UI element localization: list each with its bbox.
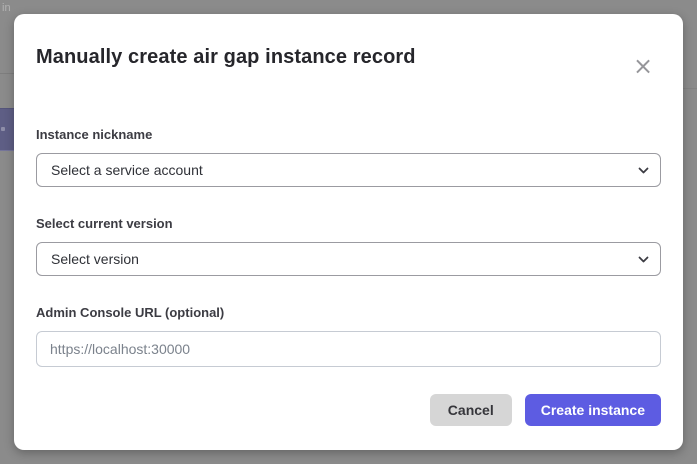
field-group-current-version: Select current version Select version <box>36 216 661 276</box>
background-selected-nav-row <box>0 108 14 151</box>
version-select[interactable]: Select version <box>36 242 661 276</box>
modal-footer: Cancel Create instance <box>36 394 661 426</box>
version-select-value: Select version <box>51 243 139 275</box>
modal-form: Instance nickname Select a service accou… <box>36 127 661 367</box>
current-version-label: Select current version <box>36 216 661 232</box>
create-instance-button[interactable]: Create instance <box>525 394 661 426</box>
background-text-fragment: in <box>2 2 11 14</box>
admin-console-url-label: Admin Console URL (optional) <box>36 305 661 321</box>
cancel-button[interactable]: Cancel <box>430 394 512 426</box>
admin-console-url-input[interactable] <box>36 331 661 367</box>
background-divider <box>0 73 14 74</box>
background-nav-glyph <box>1 127 5 131</box>
service-account-select[interactable]: Select a service account <box>36 153 661 187</box>
instance-nickname-label: Instance nickname <box>36 127 661 143</box>
chevron-down-icon <box>638 254 649 265</box>
create-air-gap-instance-modal: Manually create air gap instance record … <box>14 14 683 450</box>
service-account-select-value: Select a service account <box>51 154 203 186</box>
field-group-instance-nickname: Instance nickname Select a service accou… <box>36 127 661 187</box>
modal-title: Manually create air gap instance record <box>36 44 661 70</box>
field-group-admin-console-url: Admin Console URL (optional) <box>36 305 661 367</box>
background-divider <box>683 88 697 89</box>
close-icon[interactable]: × <box>631 54 655 78</box>
chevron-down-icon <box>638 165 649 176</box>
